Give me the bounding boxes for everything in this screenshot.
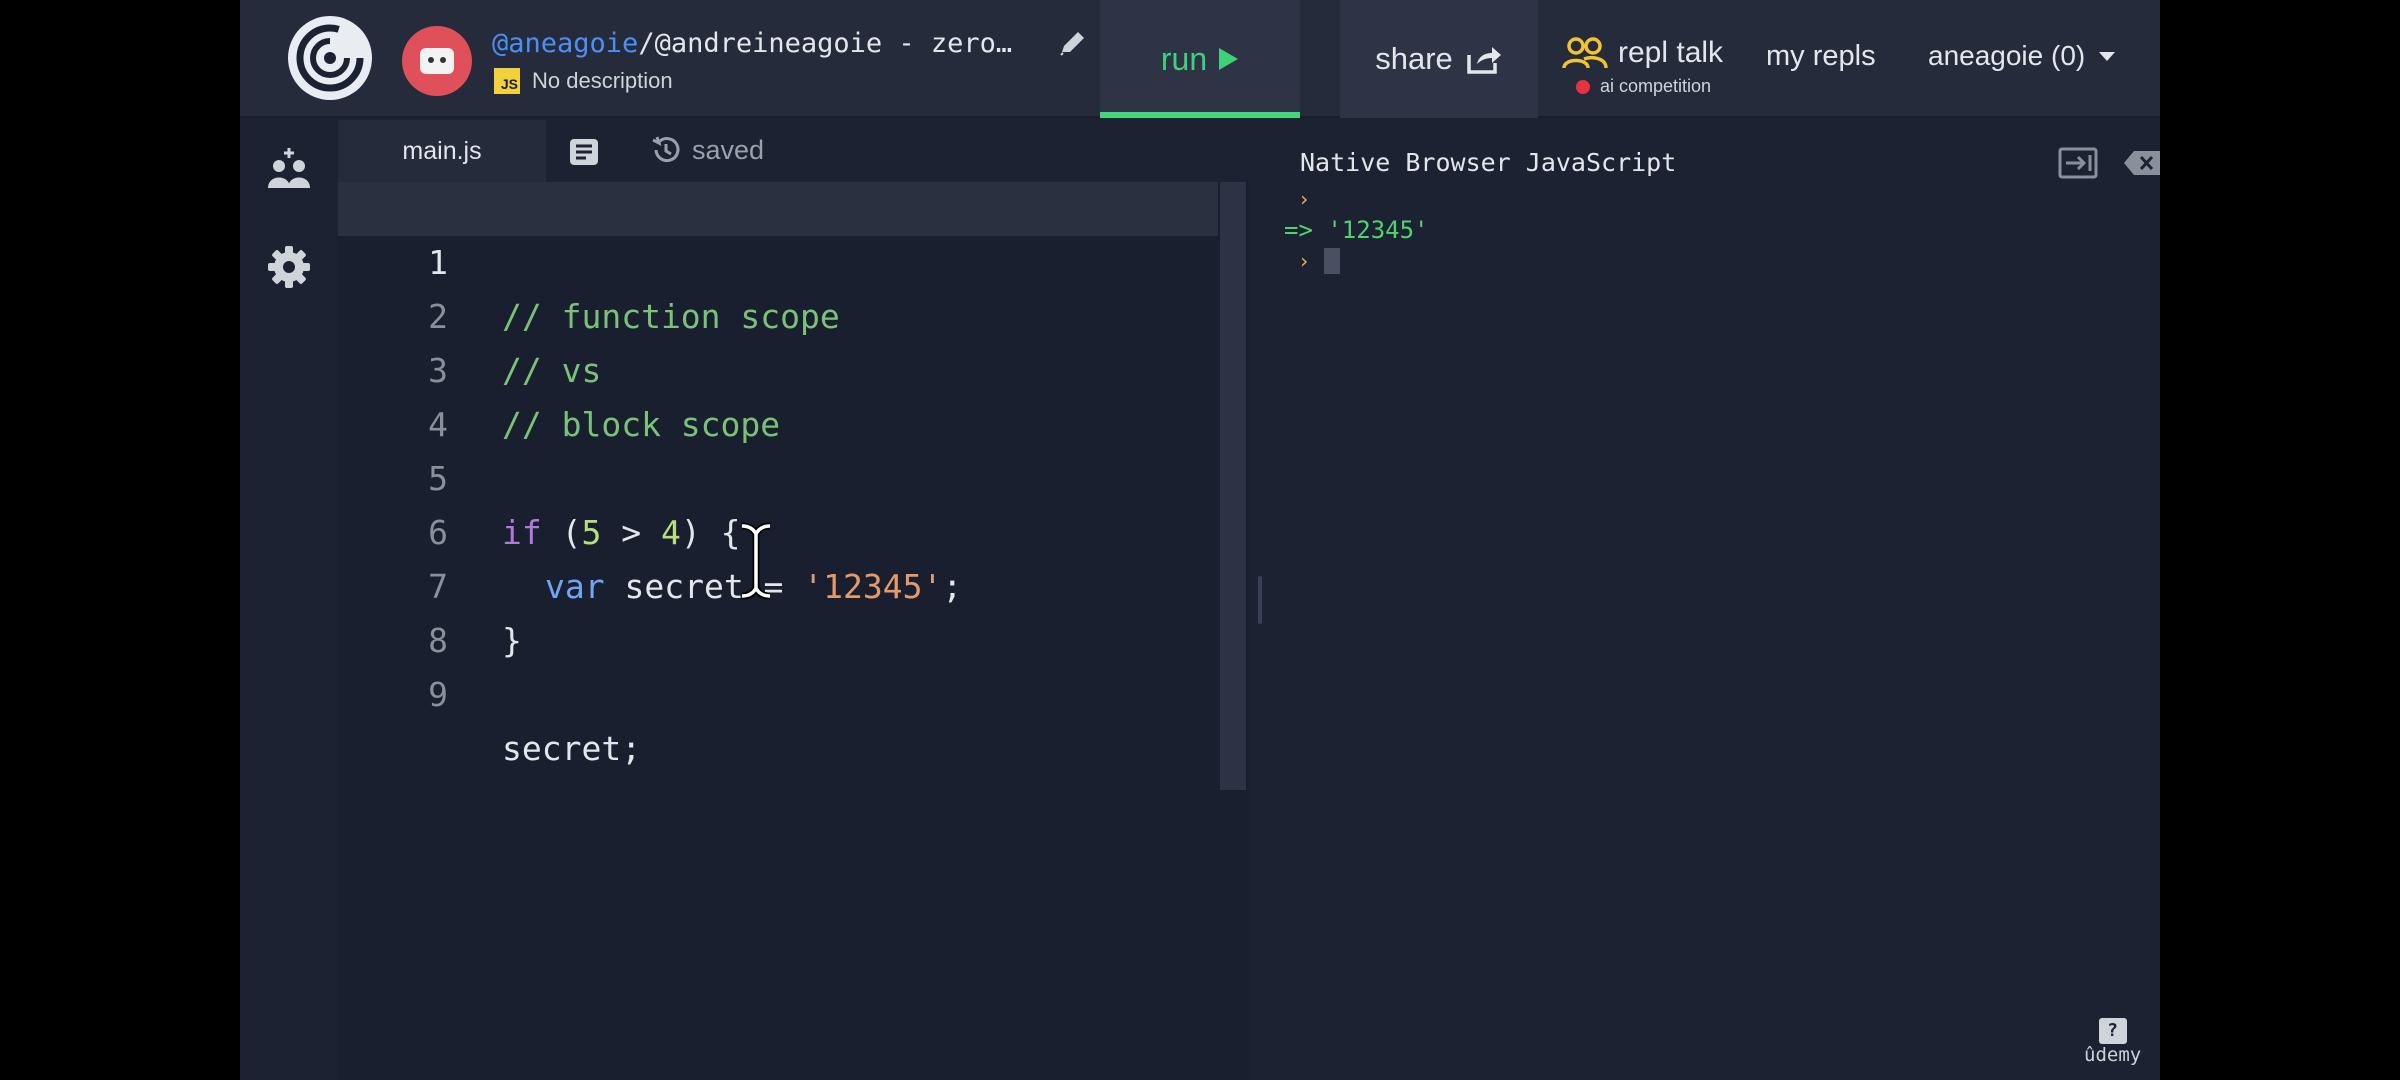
document-icon[interactable] bbox=[568, 136, 600, 168]
console-result: => '12345' bbox=[1284, 216, 1429, 244]
expand-console-icon[interactable] bbox=[2058, 146, 2098, 180]
repl-talk-label: repl talk bbox=[1618, 36, 1724, 69]
description-text: No description bbox=[532, 68, 673, 93]
share-button[interactable]: share bbox=[1340, 0, 1538, 118]
save-status: saved bbox=[650, 134, 764, 166]
repl-avatar[interactable] bbox=[402, 26, 472, 96]
username-label: aneagoie (0) bbox=[1928, 40, 2086, 71]
code-area[interactable]: 1 // function scope 2 // vs 3 // block s… bbox=[338, 182, 1218, 1080]
console-pane[interactable]: Native Browser JavaScript › => '12345' ›… bbox=[1270, 120, 2160, 1080]
console-input-line[interactable]: › bbox=[1298, 246, 1341, 274]
add-people-icon[interactable] bbox=[266, 146, 312, 192]
live-dot-icon bbox=[1576, 79, 1590, 94]
code-line[interactable]: 4 bbox=[338, 344, 1218, 444]
console-prompt-line: › bbox=[1298, 184, 1310, 212]
run-button[interactable]: run bbox=[1100, 0, 1300, 118]
gear-icon[interactable] bbox=[266, 244, 312, 290]
play-icon bbox=[1219, 48, 1239, 70]
history-icon bbox=[652, 136, 680, 163]
console-cursor bbox=[1324, 248, 1341, 274]
ai-competition-link[interactable]: ai competition bbox=[1576, 76, 1711, 97]
repl-title-text: /@andreineagoie - zero… bbox=[638, 28, 1013, 59]
editor-tabs: main.js saved bbox=[338, 120, 1250, 182]
prompt-icon: › bbox=[1298, 249, 1311, 273]
code-text: secret; bbox=[502, 729, 642, 768]
code-line[interactable]: 1 // function scope bbox=[338, 182, 1218, 336]
robot-icon bbox=[420, 48, 454, 74]
drag-handle-icon[interactable] bbox=[1258, 576, 1262, 624]
share-label: share bbox=[1375, 41, 1453, 76]
code-line[interactable]: 7 } bbox=[338, 506, 1218, 660]
pane-splitter[interactable] bbox=[1250, 120, 1270, 1080]
code-editor: main.js saved 1 // function scope 2 // v… bbox=[338, 120, 1250, 1080]
text-cursor-icon bbox=[741, 522, 771, 600]
chevron-down-icon bbox=[2099, 51, 2116, 61]
ai-competition-label: ai competition bbox=[1600, 76, 1712, 96]
tab-main-js[interactable]: main.js bbox=[338, 120, 546, 182]
code-line[interactable]: 5 if (5 > 4) { bbox=[338, 398, 1218, 552]
code-line[interactable]: 8 bbox=[338, 560, 1218, 660]
left-sidebar bbox=[240, 120, 338, 1080]
run-active-indicator bbox=[1100, 112, 1300, 118]
people-icon bbox=[1562, 37, 1608, 69]
help-icon[interactable]: ? bbox=[2098, 1018, 2127, 1044]
js-language-icon: JS bbox=[494, 68, 520, 94]
run-label: run bbox=[1160, 40, 1208, 77]
user-menu[interactable]: aneagoie (0) bbox=[1928, 40, 2116, 72]
editor-scrollbar[interactable] bbox=[1220, 182, 1246, 790]
repl-title[interactable]: @aneagoie/@andreineagoie - zero… bbox=[492, 28, 1012, 59]
replit-logo-icon[interactable] bbox=[288, 16, 372, 100]
my-repls-link[interactable]: my repls bbox=[1766, 40, 1876, 73]
repl-description[interactable]: JS No description bbox=[494, 68, 673, 94]
code-line[interactable]: 9 secret; bbox=[338, 614, 1218, 768]
repl-talk-link[interactable]: repl talk bbox=[1562, 36, 1723, 70]
code-line[interactable]: 2 // vs bbox=[338, 236, 1218, 390]
line-number: 9 bbox=[428, 675, 448, 714]
share-icon bbox=[1467, 47, 1501, 74]
udemy-logo: ûdemy bbox=[2084, 1044, 2142, 1066]
top-bar: @aneagoie/@andreineagoie - zero… JS No d… bbox=[240, 0, 2160, 118]
clear-console-icon[interactable] bbox=[2122, 148, 2162, 178]
console-title: Native Browser JavaScript bbox=[1300, 148, 1677, 177]
code-line[interactable]: 6 var secret = '12345'; bbox=[338, 452, 1218, 606]
code-line[interactable]: 3 // block scope bbox=[338, 290, 1218, 444]
repl-app: @aneagoie/@andreineagoie - zero… JS No d… bbox=[240, 0, 2160, 1080]
udemy-watermark: ? ûdemy bbox=[2084, 1018, 2141, 1066]
repl-owner-link[interactable]: @aneagoie bbox=[492, 28, 638, 59]
prompt-icon: › bbox=[1298, 187, 1311, 211]
saved-label: saved bbox=[692, 134, 765, 165]
pencil-icon[interactable] bbox=[1056, 26, 1090, 60]
